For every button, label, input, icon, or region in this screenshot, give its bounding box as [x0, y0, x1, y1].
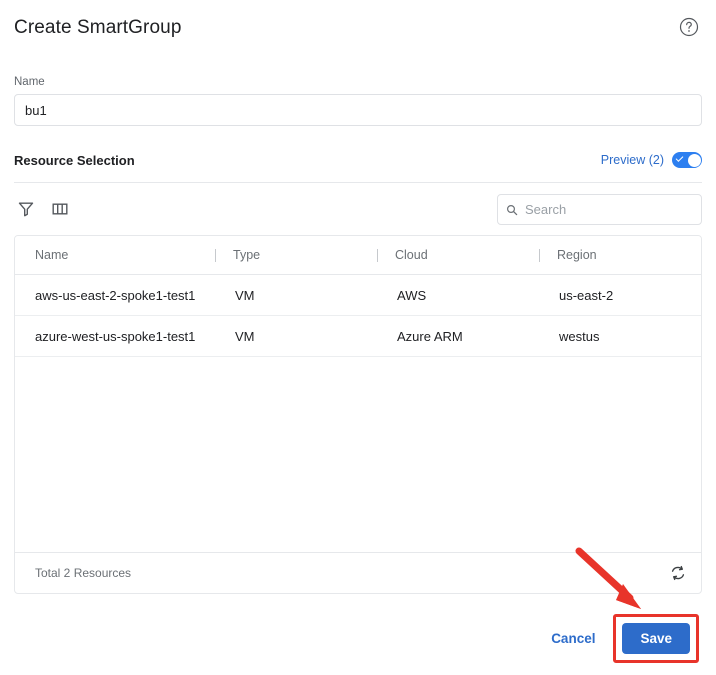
create-smartgroup-dialog: Create SmartGroup Name Resource Selectio…: [0, 0, 716, 675]
toolbar-icon-group: [14, 200, 69, 218]
check-icon: [675, 153, 684, 162]
table-toolbar: [14, 183, 702, 235]
preview-toggle[interactable]: [672, 152, 702, 168]
cell-text: us-east-2: [559, 287, 614, 303]
name-field-block: Name: [14, 76, 702, 126]
cell-name: azure-west-us-spoke1-test1: [15, 315, 215, 357]
dialog-header: Create SmartGroup: [14, 0, 702, 56]
column-resize-handle[interactable]: [539, 248, 540, 262]
cell-text: azure-west-us-spoke1-test1: [35, 328, 196, 344]
cell-region: us-east-2: [539, 274, 701, 316]
cell-text: VM: [235, 287, 255, 303]
page-title: Create SmartGroup: [14, 17, 182, 38]
total-resources-label: Total 2 Resources: [35, 566, 132, 580]
column-header-label: Type: [233, 248, 261, 262]
cell-cloud: AWS: [377, 274, 539, 316]
filter-icon[interactable]: [17, 200, 35, 218]
resource-selection-header: Resource Selection Preview (2): [14, 148, 702, 172]
cell-region: westus: [539, 315, 701, 357]
dialog-actions: Cancel Save: [14, 613, 702, 663]
cell-type: VM: [215, 315, 377, 357]
name-field-label: Name: [14, 76, 45, 88]
refresh-icon[interactable]: [669, 564, 687, 582]
column-header-label: Cloud: [395, 248, 428, 262]
table-row[interactable]: aws-us-east-2-spoke1-test1 VM AWS us-eas…: [15, 274, 701, 316]
cancel-button[interactable]: Cancel: [547, 625, 599, 652]
resource-table: Name Type Cloud Region aws-us-east-2-spo…: [14, 235, 702, 594]
preview-label[interactable]: Preview (2): [601, 153, 664, 167]
cell-text: Azure ARM: [397, 328, 463, 344]
table-row[interactable]: azure-west-us-spoke1-test1 VM Azure ARM …: [15, 315, 701, 357]
cell-name: aws-us-east-2-spoke1-test1: [15, 274, 215, 316]
help-circle-icon[interactable]: [679, 17, 699, 37]
preview-control: Preview (2): [601, 152, 702, 168]
table-footer: Total 2 Resources: [15, 552, 701, 593]
name-input[interactable]: [14, 94, 702, 126]
column-header-region[interactable]: Region: [539, 236, 701, 275]
table-header-row: Name Type Cloud Region: [15, 236, 701, 275]
cell-text: aws-us-east-2-spoke1-test1: [35, 287, 196, 303]
column-header-cloud[interactable]: Cloud: [377, 236, 539, 275]
search-input[interactable]: [497, 193, 702, 225]
cell-type: VM: [215, 274, 377, 316]
column-resize-handle[interactable]: [215, 248, 216, 262]
save-button[interactable]: Save: [622, 622, 690, 654]
cell-text: westus: [559, 328, 600, 344]
toggle-knob: [687, 153, 701, 167]
column-header-label: Name: [35, 248, 69, 262]
column-header-name[interactable]: Name: [15, 236, 215, 275]
column-header-label: Region: [557, 248, 597, 262]
column-header-type[interactable]: Type: [215, 236, 377, 275]
columns-icon[interactable]: [51, 200, 69, 218]
save-button-highlight: Save: [613, 613, 699, 663]
cell-text: AWS: [397, 287, 427, 303]
cell-text: VM: [235, 328, 255, 344]
resource-selection-title: Resource Selection: [14, 152, 135, 168]
table-scroll-area: Name Type Cloud Region aws-us-east-2-spo…: [15, 236, 701, 552]
column-resize-handle[interactable]: [377, 248, 378, 262]
cell-cloud: Azure ARM: [377, 315, 539, 357]
search-box: [497, 193, 702, 225]
